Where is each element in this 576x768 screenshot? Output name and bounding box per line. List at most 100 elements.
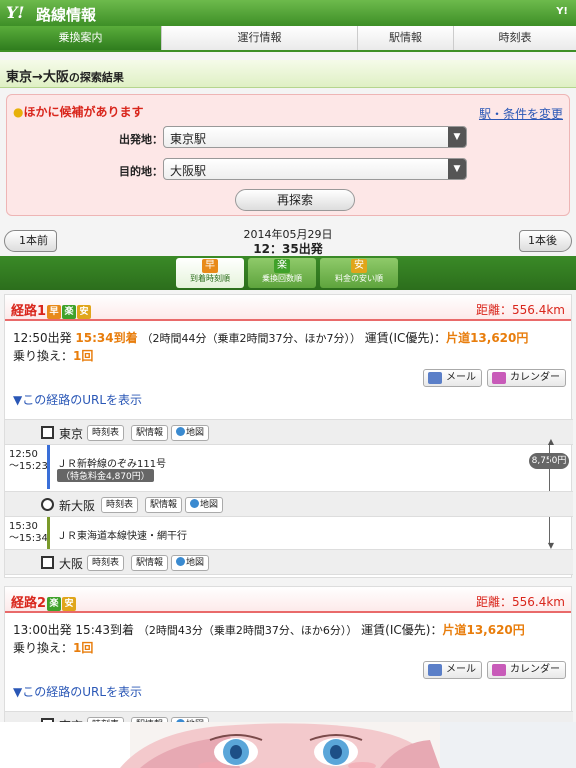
show-url-link[interactable]: ▼この経路のURLを表示 [13, 391, 142, 408]
time-navigation: 1本前 2014年05月29日 12：35出発 1本後 [0, 224, 576, 258]
search-panel: ●ほかに候補があります 駅・条件を変更 出発地： 東京駅 ▼ 目的地： 大阪駅 … [6, 94, 570, 216]
transfer-count: 1回 [73, 349, 94, 363]
cheap-badge: 安 [62, 597, 77, 611]
sort-transfers-button[interactable]: 楽 乗換回数順 [248, 258, 316, 288]
tab-service-info[interactable]: 運行情報 [162, 26, 358, 50]
research-button[interactable]: 再探索 [235, 189, 355, 211]
arrive-time: 15:34到着 [75, 331, 138, 345]
arrive-time: 15:43到着 [75, 623, 135, 637]
route-summary: 13:00出発 15:43到着 （2時間43分（乗車2時間37分、ほか6分）） … [13, 621, 525, 638]
map-chip-label: 地図 [200, 500, 219, 510]
station-name[interactable]: 新大阪 [59, 497, 95, 514]
station-info-chip[interactable]: 駅情報 [131, 425, 169, 441]
tab-transfer[interactable]: 乗換案内 [0, 26, 162, 50]
easy-badge: 楽 [62, 305, 77, 319]
easy-icon: 楽 [274, 259, 290, 273]
station-row: 東京 時刻表 駅情報 地図 [5, 419, 573, 445]
route-card-2: 経路2 楽安 距離：556.4km 13:00出発 15:43到着 （2時間43分… [4, 586, 573, 737]
mail-button[interactable]: メール [423, 661, 482, 679]
station-row: 大阪 時刻表 駅情報 地図 [5, 549, 573, 575]
sort-arrival-button[interactable]: 早 到着時刻順 [176, 258, 244, 288]
sort-fare-button[interactable]: 安 料金の安い順 [320, 258, 398, 288]
station-circle-icon [41, 498, 54, 511]
route-header: 経路1 早楽安 距離：556.4km [5, 295, 571, 321]
mail-button[interactable]: メール [423, 369, 482, 387]
globe-icon [190, 499, 199, 508]
map-chip[interactable]: 地図 [185, 497, 224, 513]
express-fee-note: （特急料金4,870円） [57, 469, 154, 482]
station-info-chip[interactable]: 駅情報 [131, 555, 169, 571]
yahoo-logo[interactable]: Y! [6, 3, 24, 22]
to-value: 大阪駅 [170, 164, 207, 178]
tab-station-info[interactable]: 駅情報 [358, 26, 454, 50]
calendar-button[interactable]: カレンダー [487, 369, 566, 387]
segment-time: 15:30 〜15:34 [9, 521, 48, 545]
change-conditions-link[interactable]: 駅・条件を変更 [479, 105, 563, 122]
route-header: 経路2 楽安 距離：556.4km [5, 587, 571, 613]
route-name: 経路1 早楽安 [11, 300, 92, 319]
timetable-chip[interactable]: 時刻表 [87, 425, 125, 441]
transfer-info: 乗り換え：1回 [13, 347, 93, 364]
cheap-icon: 安 [351, 259, 367, 273]
station-name[interactable]: 東京 [59, 425, 83, 442]
overlay-illustration [0, 722, 576, 768]
calendar-icon [492, 372, 506, 384]
map-chip-label: 地図 [186, 558, 205, 568]
transfer-count: 1回 [73, 641, 94, 655]
map-chip[interactable]: 地図 [171, 425, 210, 441]
transfer-info: 乗り換え：1回 [13, 639, 93, 656]
anime-character-illustration [0, 722, 576, 768]
show-url-link[interactable]: ▼この経路のURLを表示 [13, 683, 142, 700]
to-select[interactable]: 大阪駅 ▼ [163, 158, 467, 180]
station-name[interactable]: 大阪 [59, 555, 83, 572]
fast-badge: 早 [47, 305, 62, 319]
chevron-down-icon: ▼ [448, 127, 466, 147]
globe-icon [176, 557, 185, 566]
route-name: 経路2 楽安 [11, 592, 77, 611]
depart-time: 12:50出発 [13, 331, 72, 345]
duration: （2時間44分（乗車2時間37分、ほか7分）） [141, 332, 361, 345]
app-title: 路線情報 [36, 6, 97, 24]
alt-candidates-text: ほかに候補があります [23, 105, 144, 119]
route-query-suffix: の探索結果 [68, 71, 124, 84]
yahoo-corner-icon[interactable]: Y! [556, 6, 568, 17]
fare-value: 片道13,620円 [442, 623, 525, 637]
mail-label: メール [446, 664, 476, 675]
tab-timetable[interactable]: 時刻表 [454, 26, 576, 50]
calendar-button[interactable]: カレンダー [487, 661, 566, 679]
segment-time-from: 15:30 [9, 521, 38, 532]
mail-label: メール [446, 372, 476, 383]
fast-icon: 早 [202, 259, 218, 273]
mail-icon [428, 372, 442, 384]
map-chip-label: 地図 [186, 428, 205, 438]
sort-label: 料金の安い順 [335, 274, 383, 283]
segment-time: 12:50 〜15:23 [9, 449, 48, 473]
route-query: 東京→大阪 [6, 70, 69, 85]
route-name-text: 経路1 [11, 304, 47, 319]
globe-icon [176, 427, 185, 436]
sort-label: 乗換回数順 [262, 274, 302, 283]
calendar-icon [492, 664, 506, 676]
route-summary: 12:50出発 15:34到着 （2時間44分（乗車2時間37分、ほか7分）） … [13, 329, 528, 346]
route-distance: 距離：556.4km [476, 303, 565, 317]
lightbulb-icon: ● [13, 105, 24, 119]
segment-time-to: 〜15:23 [9, 461, 48, 472]
station-info-chip[interactable]: 駅情報 [145, 497, 183, 513]
train-name: ＪＲ新幹線のぞみ111号 [57, 459, 167, 470]
sort-label: 到着時刻順 [190, 274, 230, 283]
page-title: 東京→大阪の探索結果 [0, 60, 576, 88]
depart-time: 13:00出発 [13, 623, 72, 637]
fare-label: 運賃(IC優先)： [364, 331, 447, 345]
segment-time-to: 〜15:34 [9, 533, 48, 544]
next-train-button[interactable]: 1本後 [519, 230, 572, 252]
route-distance: 距離：556.4km [476, 595, 565, 609]
timetable-chip[interactable]: 時刻表 [87, 555, 125, 571]
station-square-icon [41, 426, 54, 439]
map-chip[interactable]: 地図 [171, 555, 210, 571]
transfer-label: 乗り換え： [13, 641, 74, 655]
timetable-chip[interactable]: 時刻表 [101, 497, 139, 513]
sort-bar: 早 到着時刻順 楽 乗換回数順 安 料金の安い順 [0, 256, 576, 290]
departure-time: 12：35出発 [253, 242, 323, 256]
cheap-badge: 安 [77, 305, 92, 319]
from-select[interactable]: 東京駅 ▼ [163, 126, 467, 148]
